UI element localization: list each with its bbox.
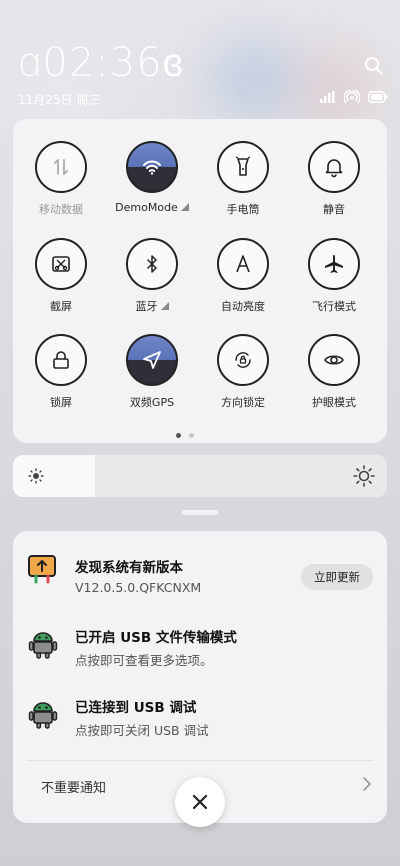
brightness-fill — [13, 455, 96, 497]
tile-toggle[interactable] — [126, 238, 178, 290]
tile-toggle[interactable] — [35, 334, 87, 386]
tile-label: 手电筒 — [226, 203, 260, 216]
wallpaper-blur — [210, 40, 300, 120]
chevron-right-icon[interactable] — [361, 777, 373, 791]
tile-toggle[interactable] — [308, 238, 360, 290]
tile-label-row: DemoMode — [112, 201, 192, 214]
notification-subtitle: 点按即可查看更多选项。 — [75, 653, 213, 668]
notification-subtitle: 点按即可关闭 USB 调试 — [75, 723, 209, 738]
notification-usb-transfer[interactable]: 已开启 USB 文件传输模式 点按即可查看更多选项。 — [13, 611, 387, 681]
tile-toggle[interactable] — [35, 141, 87, 193]
tile-label-row: 蓝牙 — [112, 298, 192, 314]
tile-label: 移动数据 — [39, 203, 83, 216]
lock-icon — [53, 351, 69, 369]
unimportant-notifications-link[interactable]: 不重要通知 — [41, 777, 106, 796]
tile-toggle[interactable] — [308, 334, 360, 386]
tile-label: 护眼模式 — [312, 396, 356, 409]
page-dot — [189, 433, 194, 438]
tile-mobile-data[interactable]: 移动数据 — [21, 141, 101, 217]
update-now-button[interactable]: 立即更新 — [301, 564, 373, 590]
tile-label: 飞行模式 — [312, 300, 356, 313]
search-icon[interactable] — [364, 56, 384, 76]
tile-auto-brightness[interactable]: 自动亮度 — [203, 238, 283, 314]
tile-flashlight[interactable]: 手电筒 — [203, 141, 283, 217]
clock: ɑ02:36ɞ — [16, 40, 184, 86]
notification-subtitle: V12.0.5.0.QFKCNXM — [75, 580, 202, 595]
tile-label: 静音 — [323, 203, 345, 216]
tile-airplane[interactable]: 飞行模式 — [294, 238, 374, 314]
notification-title: 已连接到 USB 调试 — [75, 700, 197, 716]
tile-label: 自动亮度 — [221, 300, 265, 313]
drag-handle[interactable] — [182, 510, 218, 515]
tile-label: 截屏 — [50, 300, 72, 313]
brightness-low-icon — [28, 468, 44, 484]
tile-bluetooth[interactable]: 蓝牙 — [112, 238, 192, 314]
tile-toggle[interactable] — [217, 238, 269, 290]
auto-brightness-icon — [236, 255, 250, 273]
rotation-lock-icon — [235, 352, 251, 368]
tile-toggle[interactable] — [217, 141, 269, 193]
tile-eye[interactable]: 护眼模式 — [294, 334, 374, 410]
quick-settings-panel: 移动数据 DemoMode 手电筒 静音截屏 蓝牙 自动亮度 飞行模式锁屏 双频GPS 方向锁定… — [13, 119, 387, 443]
tile-toggle[interactable] — [35, 238, 87, 290]
airplane-icon — [325, 255, 343, 273]
tile-gps[interactable]: 双频GPS — [112, 334, 192, 410]
tile-toggle[interactable] — [126, 334, 178, 386]
page-indicator — [176, 433, 194, 438]
tile-screenshot[interactable]: 截屏 — [21, 238, 101, 314]
tile-label: 锁屏 — [50, 396, 72, 409]
update-icon — [28, 555, 56, 584]
tile-bell[interactable]: 静音 — [294, 141, 374, 217]
android-icon — [28, 632, 58, 659]
notification-usb-debug[interactable]: 已连接到 USB 调试 点按即可关闭 USB 调试 — [13, 681, 387, 751]
notification-title: 发现系统有新版本 — [75, 560, 183, 576]
tile-wifi[interactable]: DemoMode — [112, 141, 192, 214]
date[interactable]: 11月25日 周三 — [18, 91, 100, 108]
brightness-slider[interactable] — [13, 455, 387, 497]
page-dot-active — [176, 433, 181, 438]
close-icon — [192, 794, 208, 810]
bell-icon — [325, 159, 343, 178]
android-icon — [28, 702, 58, 729]
status-icons — [320, 90, 388, 104]
tile-label: 蓝牙 — [135, 300, 158, 313]
notification-title: 已开启 USB 文件传输模式 — [75, 630, 237, 646]
eye-icon — [324, 355, 344, 365]
expand-corner-icon[interactable] — [158, 300, 169, 313]
brightness-high-icon — [353, 465, 375, 487]
divider — [27, 760, 373, 761]
tile-toggle[interactable] — [308, 141, 360, 193]
flashlight-icon — [235, 156, 251, 176]
hotspot-icon — [344, 90, 360, 104]
bluetooth-icon — [147, 255, 157, 273]
notification-update[interactable]: 发现系统有新版本 V12.0.5.0.QFKCNXM 立即更新 — [13, 531, 387, 611]
clear-all-button[interactable] — [175, 777, 225, 827]
tile-label: DemoMode — [115, 201, 178, 214]
gps-icon — [143, 351, 161, 369]
tile-toggle[interactable] — [217, 334, 269, 386]
wifi-icon — [143, 160, 161, 175]
tile-label: 双频GPS — [129, 396, 175, 409]
tile-rotation-lock[interactable]: 方向锁定 — [203, 334, 283, 410]
tile-toggle[interactable] — [126, 141, 178, 193]
signal-icon — [320, 91, 335, 103]
battery-icon — [368, 91, 388, 103]
tile-lock[interactable]: 锁屏 — [21, 334, 101, 410]
tile-label: 方向锁定 — [221, 396, 265, 409]
expand-corner-icon[interactable] — [178, 201, 189, 214]
screenshot-icon — [52, 256, 70, 272]
mobile-data-icon — [54, 159, 68, 175]
